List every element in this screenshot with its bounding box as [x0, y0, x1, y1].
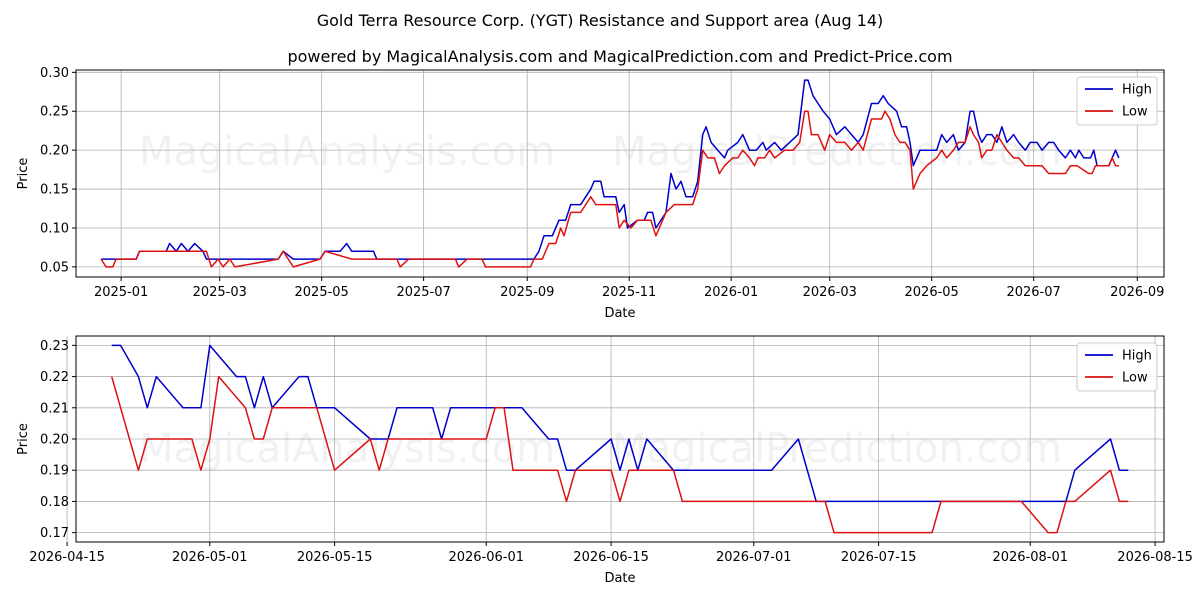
top-x-tick-label: 2026-05	[905, 285, 959, 300]
figure: Gold Terra Resource Corp. (YGT) Resistan…	[16, 11, 1193, 586]
bottom-y-tick-label: 0.21	[40, 401, 69, 416]
watermark: MagicalAnalysis.com	[139, 129, 555, 175]
bottom-x-tick-label: 2026-06-15	[573, 550, 649, 565]
chart-subtitle: powered by MagicalAnalysis.com and Magic…	[287, 47, 952, 66]
bottom-y-tick-label: 0.18	[40, 495, 69, 510]
bottom-y-tick-label: 0.20	[40, 433, 69, 448]
watermark: MagicalPrediction.com	[612, 129, 1062, 175]
top-x-tick-label: 2025-09	[500, 285, 554, 300]
top-x-tick-label: 2025-03	[193, 285, 247, 300]
top-y-axis-label: Price	[16, 158, 31, 190]
watermark: MagicalAnalysis.com	[139, 426, 555, 472]
bottom-x-tick-label: 2026-05-01	[172, 550, 248, 565]
top-panel: MagicalAnalysis.com MagicalPrediction.com…	[16, 66, 1165, 321]
top-y-tick-label: 0.30	[40, 66, 69, 81]
top-x-tick-label: 2026-03	[803, 285, 857, 300]
bottom-y-axis-label: Price	[16, 423, 31, 455]
top-x-tick-label: 2025-01	[94, 285, 148, 300]
bottom-x-tick-label: 2026-06-01	[448, 550, 524, 565]
bottom-series-high-line	[111, 344, 1129, 503]
bottom-x-tick-label: 2026-08-01	[992, 550, 1068, 565]
chart-title: Gold Terra Resource Corp. (YGT) Resistan…	[317, 11, 884, 30]
top-x-tick-label: 2026-09	[1110, 285, 1164, 300]
bottom-panel: MagicalAnalysis.com MagicalPrediction.com…	[16, 335, 1193, 586]
bottom-y-tick-label: 0.22	[40, 370, 69, 385]
bottom-x-tick-label: 2026-07-15	[841, 550, 917, 565]
top-legend: High Low	[1076, 76, 1158, 126]
top-y-tick-label: 0.05	[40, 260, 69, 275]
bottom-x-tick-label: 2026-04-15	[29, 550, 105, 565]
bottom-y-tick-label: 0.23	[40, 339, 69, 354]
bottom-y-tick-label: 0.17	[40, 526, 69, 541]
top-legend-label-low: Low	[1122, 105, 1148, 120]
top-x-axis-label: Date	[604, 306, 635, 321]
top-y-tick-label: 0.10	[40, 221, 69, 236]
top-x-tick-label: 2025-05	[295, 285, 349, 300]
bottom-legend-label-low: Low	[1122, 371, 1148, 386]
bottom-x-tick-label: 2026-05-15	[297, 550, 373, 565]
top-legend-label-high: High	[1122, 83, 1152, 98]
top-x-tick-label: 2025-07	[396, 285, 450, 300]
top-x-tick-label: 2026-07	[1006, 285, 1060, 300]
watermark: MagicalPrediction.com	[612, 426, 1062, 472]
top-x-tick-label: 2025-11	[602, 285, 656, 300]
bottom-x-tick-label: 2026-07-01	[716, 550, 792, 565]
bottom-x-tick-label: 2026-08-15	[1117, 550, 1193, 565]
top-y-tick-label: 0.25	[40, 105, 69, 120]
bottom-legend-label-high: High	[1122, 349, 1152, 364]
top-y-tick-label: 0.15	[40, 183, 69, 198]
top-x-tick-label: 2026-01	[704, 285, 758, 300]
bottom-legend: High Low	[1076, 342, 1158, 392]
bottom-y-tick-label: 0.19	[40, 464, 69, 479]
top-y-tick-label: 0.20	[40, 144, 69, 159]
bottom-x-axis-label: Date	[604, 571, 635, 586]
